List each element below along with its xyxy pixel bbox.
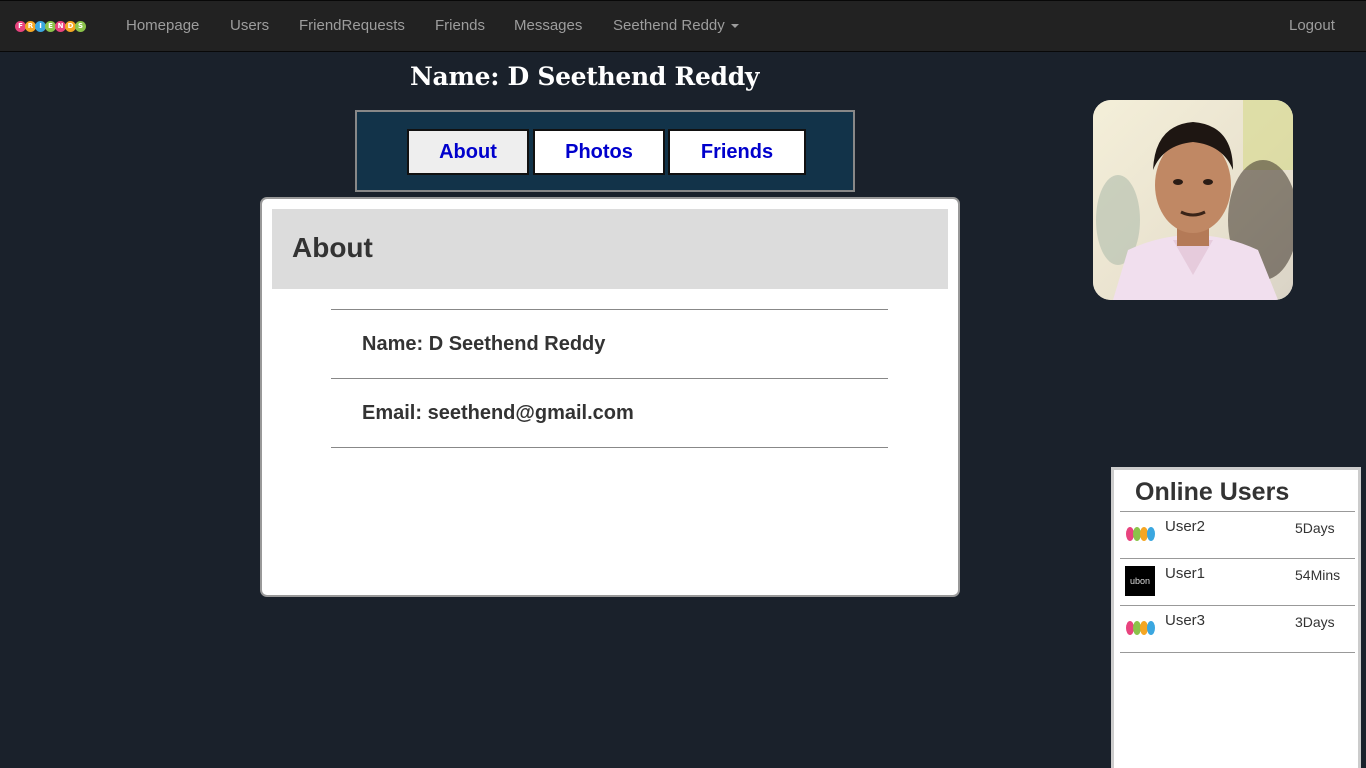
online-user-name: User3 xyxy=(1165,612,1206,629)
online-user-time: 5Days xyxy=(1295,520,1335,536)
online-user-row[interactable]: ubon User1 54Mins xyxy=(1120,559,1355,605)
online-user-name: User2 xyxy=(1165,518,1206,535)
nav-users[interactable]: Users xyxy=(230,1,269,51)
divider xyxy=(331,309,888,310)
divider xyxy=(1120,652,1355,653)
profile-photo-image xyxy=(1093,100,1293,300)
divider xyxy=(331,378,888,379)
ubon-logo-icon: ubon xyxy=(1125,566,1155,596)
nav-homepage[interactable]: Homepage xyxy=(126,1,199,51)
online-users-heading: Online Users xyxy=(1135,478,1290,506)
about-name: Name: D Seethend Reddy xyxy=(362,333,606,355)
navbar: FRIENDS Homepage Users FriendRequests Fr… xyxy=(0,0,1366,52)
profile-photo xyxy=(1093,100,1293,300)
tab-friends[interactable]: Friends xyxy=(668,129,806,175)
online-users-panel: Online Users User2 5Days ubon User1 54Mi… xyxy=(1111,467,1361,768)
nav-friend-requests[interactable]: FriendRequests xyxy=(299,1,405,51)
profile-tabbar: About Photos Friends xyxy=(355,110,855,192)
nav-friends[interactable]: Friends xyxy=(435,1,485,51)
about-header: About xyxy=(272,209,948,289)
profile-title: Name: D Seethend Reddy xyxy=(410,62,760,91)
about-card: About Name: D Seethend Reddy Email: seet… xyxy=(260,197,960,597)
about-heading: About xyxy=(292,232,373,263)
friends-logo-icon xyxy=(1126,527,1155,541)
nav-user-label: Seethend Reddy xyxy=(613,17,725,34)
online-user-time: 3Days xyxy=(1295,614,1335,630)
online-user-time: 54Mins xyxy=(1295,567,1341,583)
online-user-name: User1 xyxy=(1165,565,1206,582)
logout-link[interactable]: Logout xyxy=(1289,1,1335,51)
online-user-row[interactable]: User2 5Days xyxy=(1120,512,1355,558)
about-email: Email: seethend@gmail.com xyxy=(362,402,634,424)
caret-down-icon xyxy=(730,24,739,29)
tab-photos[interactable]: Photos xyxy=(533,129,665,175)
tab-about[interactable]: About xyxy=(407,129,529,175)
brand-letter: S xyxy=(75,20,86,32)
friends-logo-icon xyxy=(1126,621,1155,635)
divider xyxy=(331,447,888,448)
brand-logo[interactable]: FRIENDS xyxy=(15,15,97,37)
nav-user-dropdown[interactable]: Seethend Reddy xyxy=(613,1,739,51)
online-user-row[interactable]: User3 3Days xyxy=(1120,606,1355,652)
nav-messages[interactable]: Messages xyxy=(514,1,582,51)
